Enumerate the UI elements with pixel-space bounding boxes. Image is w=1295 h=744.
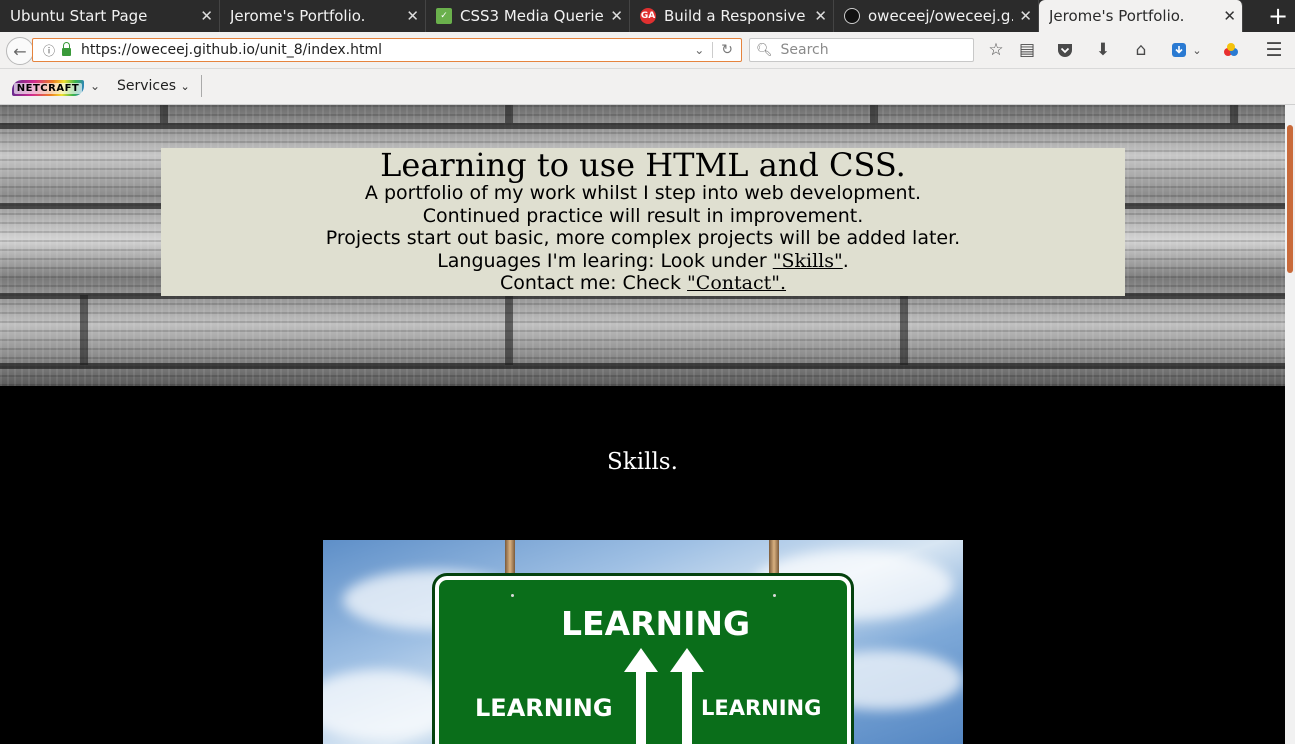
- navigation-toolbar: ← ⓘ https://oweceej.github.io/unit_8/ind…: [0, 32, 1295, 69]
- sign-bolt: [511, 594, 514, 597]
- close-icon[interactable]: ✕: [814, 7, 827, 25]
- download-icon[interactable]: ⬇: [1092, 40, 1114, 60]
- tab-strip: Ubuntu Start Page ✕ Jerome's Portfolio. …: [0, 0, 1295, 32]
- tab-title: CSS3 Media Querie…: [460, 7, 605, 25]
- intro-line: Projects start out basic, more complex p…: [325, 227, 961, 249]
- contact-line: Contact me: Check "Contact".: [161, 272, 1125, 295]
- sign-pole: [769, 540, 779, 580]
- netcraft-logo[interactable]: NETCRAFT: [12, 80, 84, 96]
- toolbar-separator: [201, 75, 202, 97]
- brick-mortar: [1230, 105, 1238, 123]
- services-label: Services: [117, 78, 177, 94]
- colorful-extension-svg: [1224, 43, 1238, 56]
- sign-bolt: [773, 594, 776, 597]
- services-menu-button[interactable]: Services ⌄: [117, 78, 190, 94]
- arrow-shaft: [682, 670, 692, 744]
- bookmark-star-icon[interactable]: ☆: [985, 40, 1007, 60]
- close-icon[interactable]: ✕: [1223, 7, 1236, 25]
- close-icon[interactable]: ✕: [406, 7, 419, 25]
- tab-title: Jerome's Portfolio.: [1049, 7, 1185, 25]
- page-scrollbar[interactable]: [1285, 105, 1295, 744]
- learning-signpost-image: LEARNING LEARNING LEARNING: [323, 540, 963, 744]
- languages-suffix: .: [842, 249, 849, 272]
- search-bar[interactable]: 🔍︎: [749, 38, 974, 62]
- tab-jeromes-portfolio[interactable]: Jerome's Portfolio. ✕: [220, 0, 426, 32]
- sign-main-label: LEARNING: [561, 604, 751, 643]
- menu-hamburger-icon[interactable]: ☰: [1263, 39, 1285, 61]
- pocket-icon-svg: [1058, 43, 1072, 57]
- reading-list-icon[interactable]: ▤: [1016, 40, 1038, 60]
- close-icon[interactable]: ✕: [1019, 7, 1032, 25]
- skills-heading: Skills.: [607, 449, 678, 475]
- brick-mortar: [0, 123, 1285, 129]
- languages-line: Languages I'm learing: Look under "Skill…: [161, 250, 1125, 273]
- url-separator: [712, 42, 714, 58]
- chevron-down-icon[interactable]: ⌄: [90, 79, 100, 93]
- skills-link[interactable]: "Skills": [773, 250, 843, 272]
- brick-mortar: [505, 105, 513, 123]
- tab-ubuntu-start-page[interactable]: Ubuntu Start Page ✕: [0, 0, 220, 32]
- sign-left-label: LEARNING: [475, 694, 613, 722]
- pocket-icon[interactable]: [1054, 40, 1076, 60]
- colorful-extension-icon[interactable]: [1220, 40, 1242, 60]
- css-icon: ✓: [436, 8, 452, 24]
- page-title: Learning to use HTML and CSS.: [380, 146, 906, 184]
- tab-build-responsive[interactable]: GA Build a Responsive … ✕: [630, 0, 834, 32]
- tab-css3-media-queries[interactable]: ✓ CSS3 Media Querie… ✕: [426, 0, 630, 32]
- brick-mortar: [80, 295, 88, 365]
- url-input[interactable]: https://oweceej.github.io/unit_8/index.h…: [81, 42, 694, 58]
- bookmarks-toolbar: NETCRAFT ⌄ Services ⌄: [0, 69, 1295, 105]
- netcraft-label: NETCRAFT: [13, 82, 83, 94]
- github-icon: [844, 8, 860, 24]
- back-button[interactable]: ←: [6, 37, 34, 65]
- tab-github-oweceej[interactable]: oweceej/oweceej.g… ✕: [834, 0, 1039, 32]
- brick-mortar: [870, 105, 878, 123]
- intro-line: A portfolio of my work whilst I step int…: [364, 182, 922, 204]
- contact-prefix: Contact me: Check: [499, 272, 688, 294]
- tab-title: Jerome's Portfolio.: [230, 7, 366, 25]
- tab-title: oweceej/oweceej.g…: [868, 7, 1014, 25]
- search-icon: 🔍︎: [756, 42, 773, 58]
- intro-line: Continued practice will result in improv…: [422, 204, 864, 227]
- new-tab-button[interactable]: +: [1261, 0, 1295, 32]
- home-icon[interactable]: ⌂: [1130, 40, 1152, 60]
- hero-banner: Learning to use HTML and CSS. A portfoli…: [0, 105, 1285, 386]
- brick-mortar: [505, 295, 513, 365]
- scrollbar-thumb[interactable]: [1287, 125, 1293, 273]
- extension-download-icon[interactable]: [1168, 40, 1190, 60]
- reload-icon[interactable]: ↻: [721, 42, 733, 58]
- arrow-up-icon: [624, 648, 658, 672]
- close-icon[interactable]: ✕: [200, 7, 213, 25]
- cloud: [323, 670, 453, 740]
- ga-icon: GA: [640, 8, 656, 24]
- chevron-down-icon[interactable]: ⌄: [694, 43, 704, 57]
- brick-mortar: [0, 363, 1285, 369]
- learning-sign: LEARNING LEARNING LEARNING: [432, 573, 854, 744]
- close-icon[interactable]: ✕: [610, 7, 623, 25]
- arrow-shaft: [636, 670, 646, 744]
- tab-jeromes-portfolio-active[interactable]: Jerome's Portfolio. ✕: [1039, 0, 1243, 32]
- tab-title: Ubuntu Start Page: [10, 7, 148, 25]
- languages-prefix: Languages I'm learing: Look under: [437, 249, 773, 272]
- lock-icon: [62, 42, 72, 56]
- info-icon[interactable]: ⓘ: [43, 42, 55, 59]
- search-input[interactable]: [778, 41, 963, 59]
- page-viewport: Learning to use HTML and CSS. A portfoli…: [0, 105, 1285, 744]
- sign-pole: [505, 540, 515, 580]
- chevron-down-icon[interactable]: ⌄: [1190, 40, 1204, 60]
- extension-download-svg: [1172, 43, 1186, 57]
- contact-link[interactable]: "Contact".: [687, 272, 786, 294]
- sign-right-label: LEARNING: [701, 696, 822, 720]
- url-bar[interactable]: ⓘ https://oweceej.github.io/unit_8/index…: [32, 38, 742, 62]
- brick-mortar: [900, 295, 908, 365]
- tab-title: Build a Responsive …: [664, 7, 808, 25]
- arrow-up-icon: [670, 648, 704, 672]
- hero-intro-box: Learning to use HTML and CSS. A portfoli…: [161, 148, 1125, 296]
- chevron-down-icon: ⌄: [180, 80, 190, 93]
- arrow-left-icon: ←: [13, 41, 27, 61]
- brick-mortar: [160, 105, 168, 123]
